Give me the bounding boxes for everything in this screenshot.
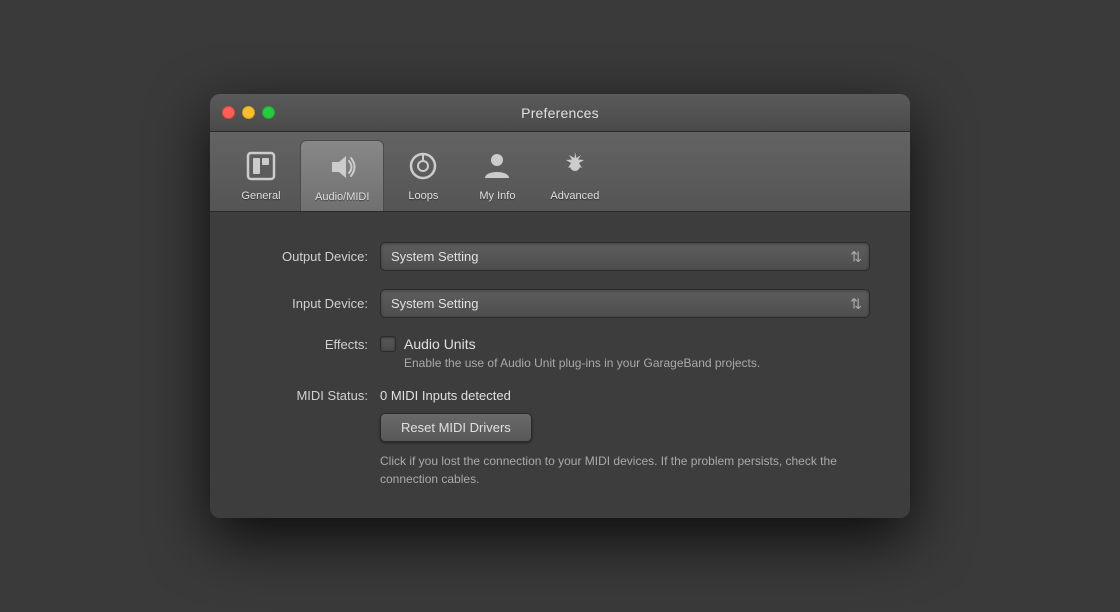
audio-units-description: Enable the use of Audio Unit plug-ins in… (380, 356, 870, 370)
reset-midi-wrapper: Reset MIDI Drivers (380, 413, 870, 442)
output-device-select-wrapper: System Setting Built-in Output HDMI ⇅ (380, 242, 870, 271)
audio-units-checkbox[interactable] (380, 336, 396, 352)
minimize-button[interactable] (242, 106, 255, 119)
tab-advanced-label: Advanced (550, 190, 599, 202)
general-icon (241, 146, 281, 186)
tab-advanced[interactable]: Advanced (536, 140, 613, 211)
reset-midi-button[interactable]: Reset MIDI Drivers (380, 413, 532, 442)
tab-general[interactable]: General (226, 140, 296, 211)
title-bar: Preferences (210, 94, 910, 132)
midi-status-row: MIDI Status: 0 MIDI Inputs detected (250, 388, 870, 403)
midi-hint-text: Click if you lost the connection to your… (380, 452, 860, 488)
my-info-icon (477, 146, 517, 186)
midi-status-value: 0 MIDI Inputs detected (380, 388, 511, 403)
input-device-row: Input Device: System Setting Built-in Mi… (250, 289, 870, 318)
effects-row: Effects: Audio Units (250, 336, 870, 352)
tab-loops[interactable]: Loops (388, 140, 458, 211)
window-title: Preferences (521, 105, 599, 121)
audio-units-checkbox-wrapper: Audio Units (380, 336, 476, 352)
preferences-window: Preferences General (210, 94, 910, 518)
tab-my-info[interactable]: My Info (462, 140, 532, 211)
output-device-label: Output Device: (250, 249, 380, 264)
audio-midi-icon (322, 147, 362, 187)
tab-my-info-label: My Info (479, 190, 515, 202)
effects-section: Effects: Audio Units Enable the use of A… (250, 336, 870, 370)
midi-status-label: MIDI Status: (250, 388, 380, 403)
tab-audio-midi-label: Audio/MIDI (315, 191, 369, 203)
close-button[interactable] (222, 106, 235, 119)
midi-section: MIDI Status: 0 MIDI Inputs detected Rese… (250, 388, 870, 488)
traffic-lights (222, 106, 275, 119)
output-device-select[interactable]: System Setting Built-in Output HDMI (380, 242, 870, 271)
output-device-row: Output Device: System Setting Built-in O… (250, 242, 870, 271)
input-device-label: Input Device: (250, 296, 380, 311)
loops-icon (403, 146, 443, 186)
maximize-button[interactable] (262, 106, 275, 119)
effects-label: Effects: (250, 337, 380, 352)
input-device-select[interactable]: System Setting Built-in Microphone Line … (380, 289, 870, 318)
tab-loops-label: Loops (408, 190, 438, 202)
audio-units-label: Audio Units (404, 336, 476, 352)
advanced-icon (555, 146, 595, 186)
input-device-select-wrapper: System Setting Built-in Microphone Line … (380, 289, 870, 318)
tab-general-label: General (241, 190, 280, 202)
content-area: Output Device: System Setting Built-in O… (210, 212, 910, 518)
toolbar: General Audio/MIDI (210, 132, 910, 212)
tab-audio-midi[interactable]: Audio/MIDI (300, 140, 384, 211)
